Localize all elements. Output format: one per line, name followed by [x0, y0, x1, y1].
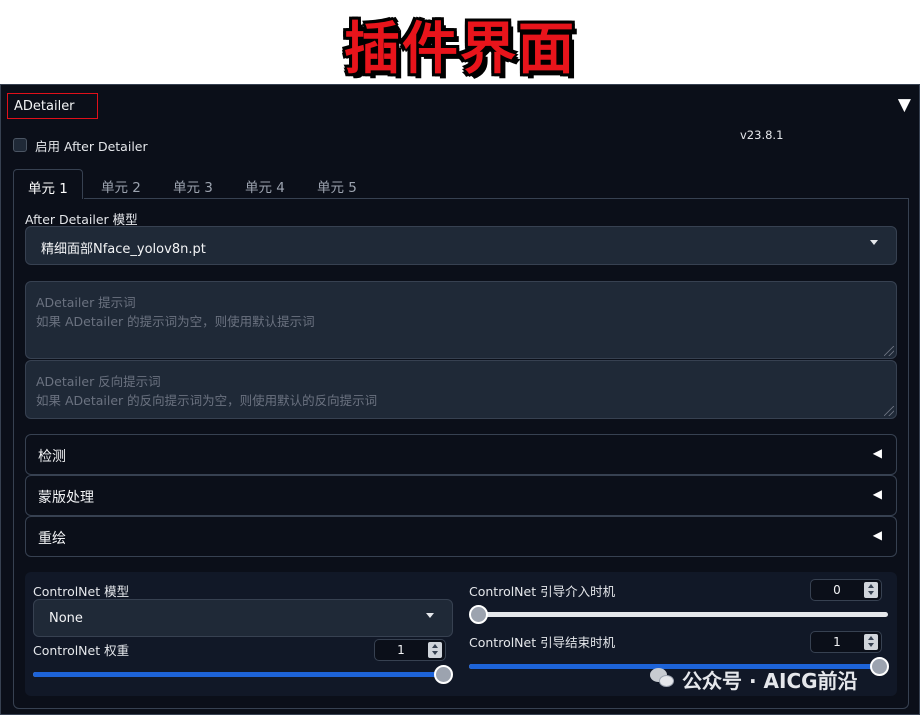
adetailer-panel: ADetailer ▼ 启用 After Detailer v23.8.1 单元…	[0, 84, 920, 715]
enable-label: 启用 After Detailer	[35, 138, 148, 154]
prompt-textarea[interactable]: ADetailer 提示词 如果 ADetailer 的提示词为空，则使用默认提…	[25, 281, 897, 359]
controlnet-start-slider[interactable]	[469, 605, 888, 624]
unit-tabs: 单元 1 单元 2 单元 3 单元 4 单元 5	[13, 169, 909, 199]
enable-checkbox-row[interactable]: 启用 After Detailer	[13, 136, 148, 154]
controlnet-model-dropdown[interactable]: None	[33, 599, 453, 637]
accordion-title: ADetailer	[7, 93, 98, 119]
section-inpainting[interactable]: 重绘 ◀	[25, 516, 897, 557]
tab-unit-2[interactable]: 单元 2	[87, 169, 155, 199]
expand-arrow-icon: ◀	[872, 528, 882, 542]
expand-arrow-icon: ◀	[872, 487, 882, 501]
controlnet-weight-value: 1	[397, 643, 405, 657]
expand-arrow-icon: ◀	[872, 446, 882, 460]
negative-prompt-textarea[interactable]: ADetailer 反向提示词 如果 ADetailer 的反向提示词为空，则使…	[25, 360, 897, 419]
controlnet-model-label: ControlNet 模型	[33, 584, 130, 599]
controlnet-start-input[interactable]: 0	[810, 579, 882, 601]
watermark: 公众号 · AICG前沿	[650, 666, 858, 693]
stepper-icon[interactable]	[864, 634, 878, 650]
controlnet-weight-slider[interactable]	[33, 665, 453, 684]
stepper-icon[interactable]	[864, 582, 878, 598]
model-dropdown[interactable]: 精细面部Nface_yolov8n.pt	[25, 226, 897, 265]
tab-unit-5[interactable]: 单元 5	[303, 169, 371, 199]
controlnet-start-label: ControlNet 引导介入时机	[469, 584, 616, 599]
tab-divider	[84, 198, 909, 199]
tab-unit-1[interactable]: 单元 1	[13, 169, 83, 199]
tab-unit-3[interactable]: 单元 3	[159, 169, 227, 199]
section-mask-label: 蒙版处理	[38, 490, 94, 506]
banner: 插件界面	[0, 0, 920, 84]
controlnet-end-input[interactable]: 1	[810, 631, 882, 653]
controlnet-start-value: 0	[833, 583, 841, 597]
prompt-placeholder-title: ADetailer 提示词	[36, 295, 136, 310]
wechat-icon	[650, 668, 676, 690]
banner-title: 插件界面	[344, 17, 576, 82]
controlnet-model-value: None	[49, 611, 83, 626]
stepper-icon[interactable]	[428, 642, 442, 658]
prompt-placeholder-hint: 如果 ADetailer 的提示词为空，则使用默认提示词	[36, 314, 315, 329]
enable-checkbox[interactable]	[13, 138, 27, 152]
controlnet-weight-label: ControlNet 权重	[33, 643, 130, 658]
adetailer-accordion-header[interactable]: ADetailer ▼	[7, 93, 915, 119]
controlnet-end-value: 1	[833, 635, 841, 649]
section-detection[interactable]: 检测 ◀	[25, 434, 897, 475]
chevron-down-icon	[870, 240, 878, 245]
section-detection-label: 检测	[38, 449, 66, 465]
slider-thumb[interactable]	[434, 665, 453, 684]
tab-unit-4[interactable]: 单元 4	[231, 169, 299, 199]
version-label: v23.8.1	[740, 128, 784, 142]
chevron-down-icon	[426, 613, 434, 618]
section-mask-processing[interactable]: 蒙版处理 ◀	[25, 475, 897, 516]
section-inpainting-label: 重绘	[38, 531, 66, 547]
model-dropdown-value: 精细面部Nface_yolov8n.pt	[41, 242, 206, 257]
slider-thumb[interactable]	[870, 657, 889, 676]
slider-thumb[interactable]	[469, 605, 488, 624]
slider-fill	[33, 672, 443, 677]
controlnet-end-label: ControlNet 引导结束时机	[469, 635, 616, 650]
collapse-arrow-icon[interactable]: ▼	[898, 95, 911, 115]
slider-track	[478, 612, 888, 617]
controlnet-weight-input[interactable]: 1	[374, 639, 446, 661]
negative-prompt-placeholder-hint: 如果 ADetailer 的反向提示词为空，则使用默认的反向提示词	[36, 393, 378, 408]
negative-prompt-placeholder-title: ADetailer 反向提示词	[36, 374, 161, 389]
resize-handle-icon[interactable]	[884, 346, 894, 356]
watermark-text: 公众号 · AICG前沿	[682, 668, 858, 693]
resize-handle-icon[interactable]	[884, 406, 894, 416]
